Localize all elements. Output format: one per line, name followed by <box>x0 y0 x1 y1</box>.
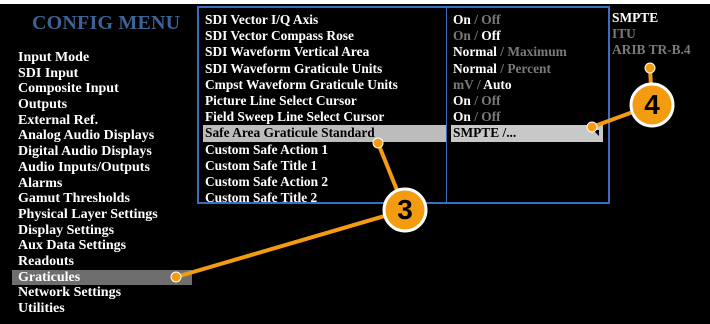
callout-3-dot-safe-area <box>372 137 384 149</box>
callout-3-number: 3 <box>397 194 413 225</box>
config-menu-screen: CONFIG MENU Input Mode SDI Input Composi… <box>0 0 710 324</box>
callout-4-dot-dropdown <box>586 121 598 133</box>
callout-overlay <box>170 62 675 283</box>
callout-4-number: 4 <box>644 89 660 120</box>
callout-4-dot-options <box>644 62 656 74</box>
callout-3-dot-graticules <box>170 271 182 283</box>
callout-3-leader-left <box>175 208 406 279</box>
